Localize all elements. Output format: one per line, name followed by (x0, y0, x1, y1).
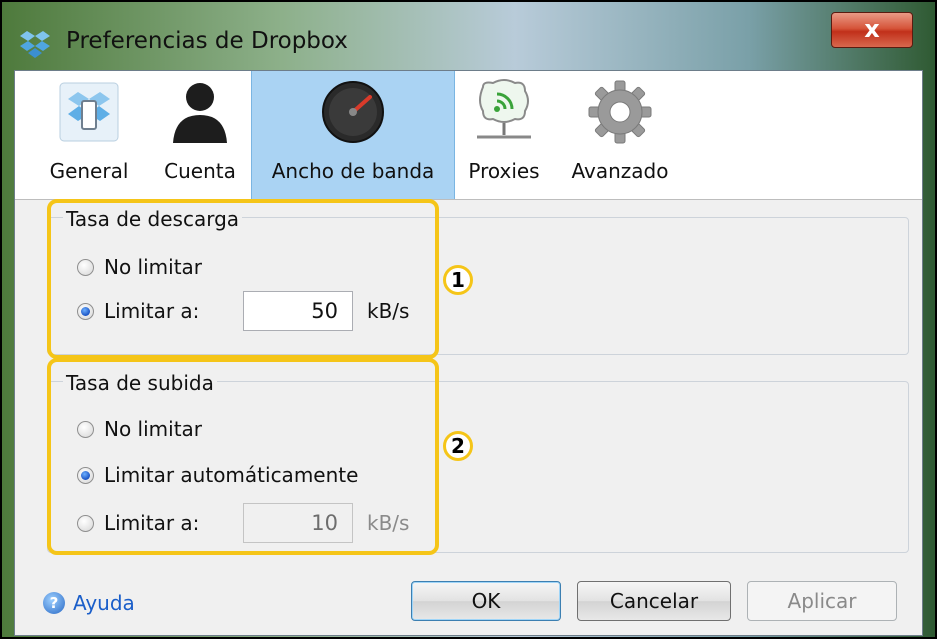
tab-cuenta-label: Cuenta (164, 159, 236, 183)
callout-badge-1: 1 (443, 265, 473, 295)
download-callout-highlight (47, 199, 439, 359)
close-button[interactable]: x (831, 12, 913, 48)
callout-badge-2: 2 (443, 431, 473, 461)
speedometer-icon (322, 81, 384, 143)
preferences-tab-bar: General Cuenta Ancho de banda Proxies Av… (15, 71, 922, 200)
apply-button[interactable]: Aplicar (747, 581, 897, 621)
help-link[interactable]: ? Ayuda (43, 591, 135, 615)
cancel-button[interactable]: Cancelar (577, 581, 731, 621)
tab-proxies[interactable]: Proxies (459, 71, 549, 199)
tab-general-label: General (49, 159, 129, 183)
gear-icon (588, 80, 652, 144)
upload-callout-highlight (47, 358, 439, 555)
tab-avanzado-label: Avanzado (571, 159, 669, 183)
tab-cuenta[interactable]: Cuenta (155, 71, 245, 199)
ok-button[interactable]: OK (411, 581, 561, 621)
tab-ancho-de-banda-label: Ancho de banda (271, 159, 435, 183)
network-proxy-icon (477, 79, 531, 139)
tab-general[interactable]: General (43, 71, 135, 199)
tab-ancho-de-banda[interactable]: Ancho de banda (251, 71, 455, 199)
tab-avanzado[interactable]: Avanzado (565, 71, 675, 199)
dropbox-box-icon (59, 82, 119, 142)
tab-proxies-label: Proxies (468, 159, 540, 183)
window-frame: Preferencias de Dropbox x General Cuenta… (0, 0, 937, 639)
window-title: Preferencias de Dropbox (66, 28, 348, 54)
title-bar: Preferencias de Dropbox x (4, 4, 933, 76)
user-silhouette-icon (173, 83, 227, 143)
help-icon: ? (43, 592, 65, 614)
dropbox-logo-icon (20, 31, 50, 58)
help-label: Ayuda (73, 591, 135, 615)
dialog-client-area: General Cuenta Ancho de banda Proxies Av… (14, 70, 923, 636)
